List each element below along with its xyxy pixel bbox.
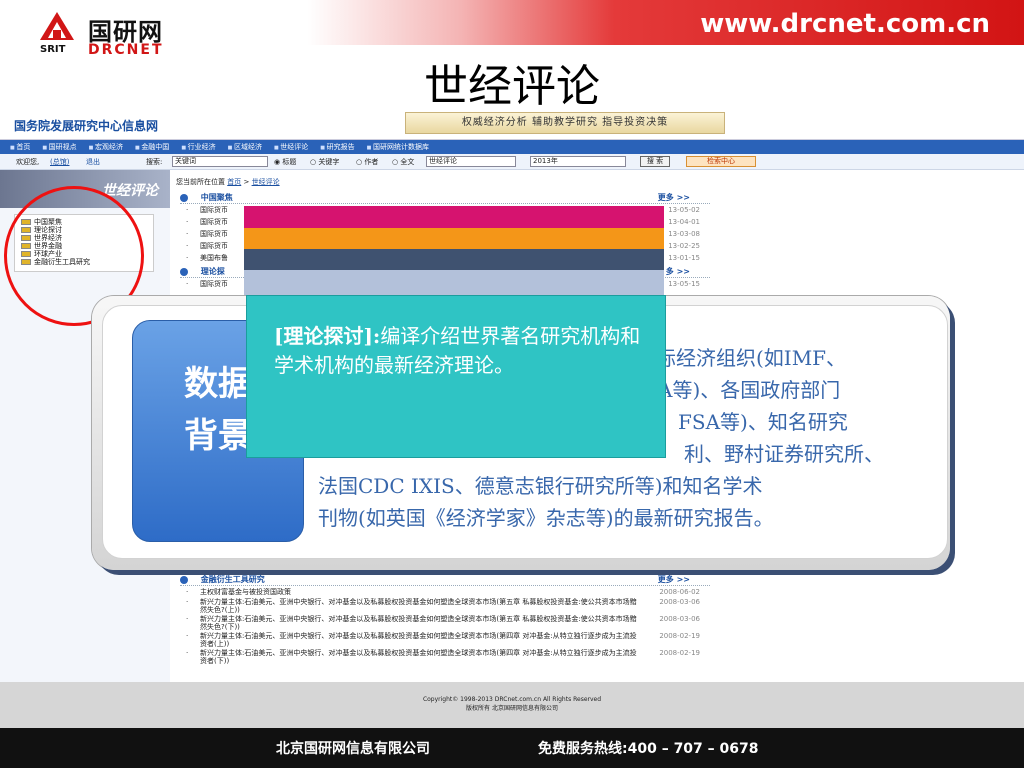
nav-item-region[interactable]: 区域经济: [228, 140, 262, 155]
channel-select[interactable]: 世经评论: [426, 156, 516, 167]
website-header: 国务院发展研究中心信息网 权威经济分析 辅助教学研究 指导投资决策: [0, 108, 1024, 140]
website-search-toolbar: 欢迎您, (总馆) 退出 搜索: 关键词 ◉ 标题 ○ 关键字 ○ 作者 ○ 全…: [0, 154, 1024, 170]
section-header: 金融衍生工具研究 更多 >>: [180, 574, 710, 586]
nav-item-stats-db[interactable]: 国研网统计数据库: [367, 140, 429, 155]
logout-link[interactable]: 退出: [86, 157, 100, 167]
bullet-icon: [180, 575, 188, 584]
website-title: 国务院发展研究中心信息网: [14, 119, 159, 133]
color-bar-light-blue: [244, 270, 664, 295]
nav-item-home[interactable]: 首页: [10, 140, 30, 155]
nav-item-drc-viewpoint[interactable]: 国研视点: [42, 140, 77, 155]
search-input[interactable]: 关键词: [172, 156, 268, 167]
radio-keyword[interactable]: ○ 关键字: [310, 157, 339, 167]
website-tagline: 权威经济分析 辅助教学研究 指导投资决策: [405, 112, 725, 134]
more-link[interactable]: 更多 >>: [658, 574, 690, 585]
radio-title[interactable]: ◉ 标题: [274, 157, 296, 167]
nav-item-finance-china[interactable]: 金融中国: [135, 140, 169, 155]
logo-mark-icon: [40, 12, 74, 40]
welcome-text: 欢迎您,: [16, 158, 40, 166]
search-label: 搜索:: [146, 158, 163, 166]
color-bar-magenta: [244, 206, 664, 228]
section-derivatives: 金融衍生工具研究 更多 >> 主权财富基金与被投资国政策2008-06-02 新…: [180, 574, 710, 666]
nav-item-industry[interactable]: 行业经济: [181, 140, 216, 155]
color-bar-navy: [244, 249, 664, 270]
breadcrumb: 您当前所在位置 首页 > 世经评论: [176, 178, 280, 186]
section-header: 中国聚焦 更多 >>: [180, 192, 710, 204]
radio-fulltext[interactable]: ○ 全文: [392, 157, 414, 167]
year-select[interactable]: 2013年: [530, 156, 626, 167]
more-link[interactable]: 多 >>: [666, 266, 690, 277]
nav-item-macro[interactable]: 宏观经济: [89, 140, 123, 155]
bullet-icon: [180, 267, 188, 276]
nav-item-world-review[interactable]: 世经评论: [274, 140, 308, 155]
search-center-button[interactable]: 检索中心: [686, 156, 756, 167]
bottom-bar: 北京国研网信息有限公司 免费服务热线:400 – 707 – 0678: [0, 728, 1024, 768]
breadcrumb-current-link[interactable]: 世经评论: [252, 178, 280, 186]
company-name: 北京国研网信息有限公司: [276, 741, 430, 757]
website-footer: Copyright© 1998-2013 DRCnet.com.cn All R…: [0, 682, 1024, 728]
slide-title: 世经评论: [424, 61, 600, 112]
news-row[interactable]: 新兴力量主体:石油美元、亚洲中央银行、对冲基金以及私募股权投资基金如何塑造全球资…: [180, 649, 710, 666]
news-row[interactable]: 新兴力量主体:石油美元、亚洲中央银行、对冲基金以及私募股权投资基金如何塑造全球资…: [180, 632, 710, 649]
color-bar-orange: [244, 228, 664, 249]
theory-heading: [理论探讨]:: [274, 324, 381, 348]
radio-author[interactable]: ○ 作者: [356, 157, 378, 167]
site-url: www.drcnet.com.cn: [700, 9, 990, 39]
more-link[interactable]: 更多 >>: [658, 192, 690, 203]
news-row[interactable]: 新兴力量主体:石油美元、亚洲中央银行、对冲基金以及私募股权投资基金如何塑造全球资…: [180, 615, 710, 632]
slide: 国研网 SRIT DRCNET www.drcnet.com.cn 世经评论 国…: [0, 0, 1024, 768]
news-row[interactable]: 主权财富基金与被投资国政策2008-06-02: [180, 586, 710, 598]
theory-description-text: [理论探讨]:编译介绍世界著名研究机构和学术机构的最新经济理论。: [274, 322, 644, 380]
breadcrumb-home-link[interactable]: 首页: [227, 178, 241, 186]
news-row[interactable]: 新兴力量主体:石油美元、亚洲中央银行、对冲基金以及私募股权投资基金如何塑造全球资…: [180, 598, 710, 615]
copyright-text: Copyright© 1998-2013 DRCnet.com.cn All R…: [422, 696, 602, 712]
bullet-icon: [180, 193, 188, 202]
user-link[interactable]: (总馆): [50, 157, 69, 167]
search-button[interactable]: 搜 索: [640, 156, 670, 167]
nav-item-reports[interactable]: 研究报告: [320, 140, 355, 155]
service-hotline: 免费服务热线:400 – 707 – 0678: [538, 741, 759, 757]
website-nav-bar: 首页 国研视点 宏观经济 金融中国 行业经济 区域经济 世经评论 研究报告 国研…: [0, 140, 1024, 154]
